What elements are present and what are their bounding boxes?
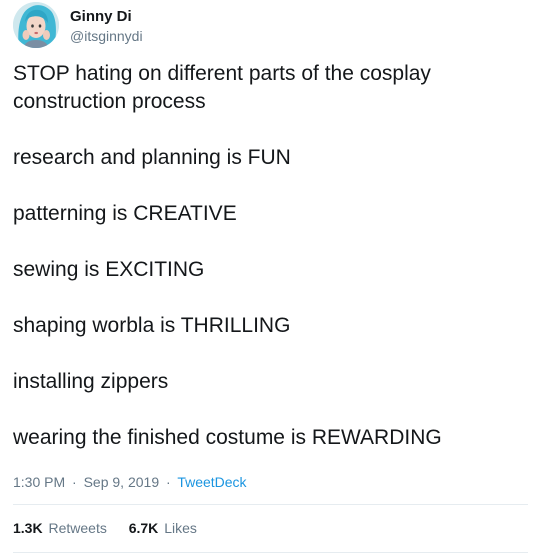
tweet-date[interactable]: Sep 9, 2019: [84, 474, 160, 490]
tweet-source-link[interactable]: TweetDeck: [177, 474, 246, 490]
tweet-time[interactable]: 1:30 PM: [13, 474, 65, 490]
meta-separator: ·: [72, 474, 77, 490]
retweets-label: Retweets: [48, 520, 107, 536]
likes-label: Likes: [164, 520, 197, 536]
divider: [13, 552, 528, 553]
likes-stat[interactable]: 6.7K Likes: [129, 519, 197, 537]
retweets-count: 1.3K: [13, 520, 43, 536]
profile-photo-icon: [13, 2, 59, 48]
tweet-line: research and planning is FUN: [13, 146, 291, 169]
tweet-card: Ginny Di @itsginnydi STOP hating on diff…: [0, 0, 540, 555]
author-display-name[interactable]: Ginny Di: [70, 8, 132, 26]
tweet-text: STOP hating on different parts of the co…: [13, 60, 528, 480]
tweet-meta: 1:30 PM · Sep 9, 2019 · TweetDeck: [13, 473, 247, 491]
tweet-line: shaping worbla is THRILLING: [13, 314, 291, 337]
tweet-line: STOP hating on different parts of the co…: [13, 62, 431, 113]
author-handle[interactable]: @itsginnydi: [70, 27, 143, 45]
avatar[interactable]: [13, 2, 59, 48]
tweet-line: wearing the finished costume is REWARDIN…: [13, 426, 442, 449]
likes-count: 6.7K: [128, 520, 159, 536]
divider: [13, 504, 528, 505]
retweets-stat[interactable]: 1.3K Retweets: [13, 519, 107, 537]
tweet-line: sewing is EXCITING: [13, 258, 205, 281]
tweet-line: installing zippers: [13, 370, 169, 393]
meta-separator: ·: [166, 474, 171, 490]
tweet-line: patterning is CREATIVE: [13, 202, 237, 225]
tweet-stats: 1.3K Retweets 6.7K Likes: [13, 519, 215, 537]
